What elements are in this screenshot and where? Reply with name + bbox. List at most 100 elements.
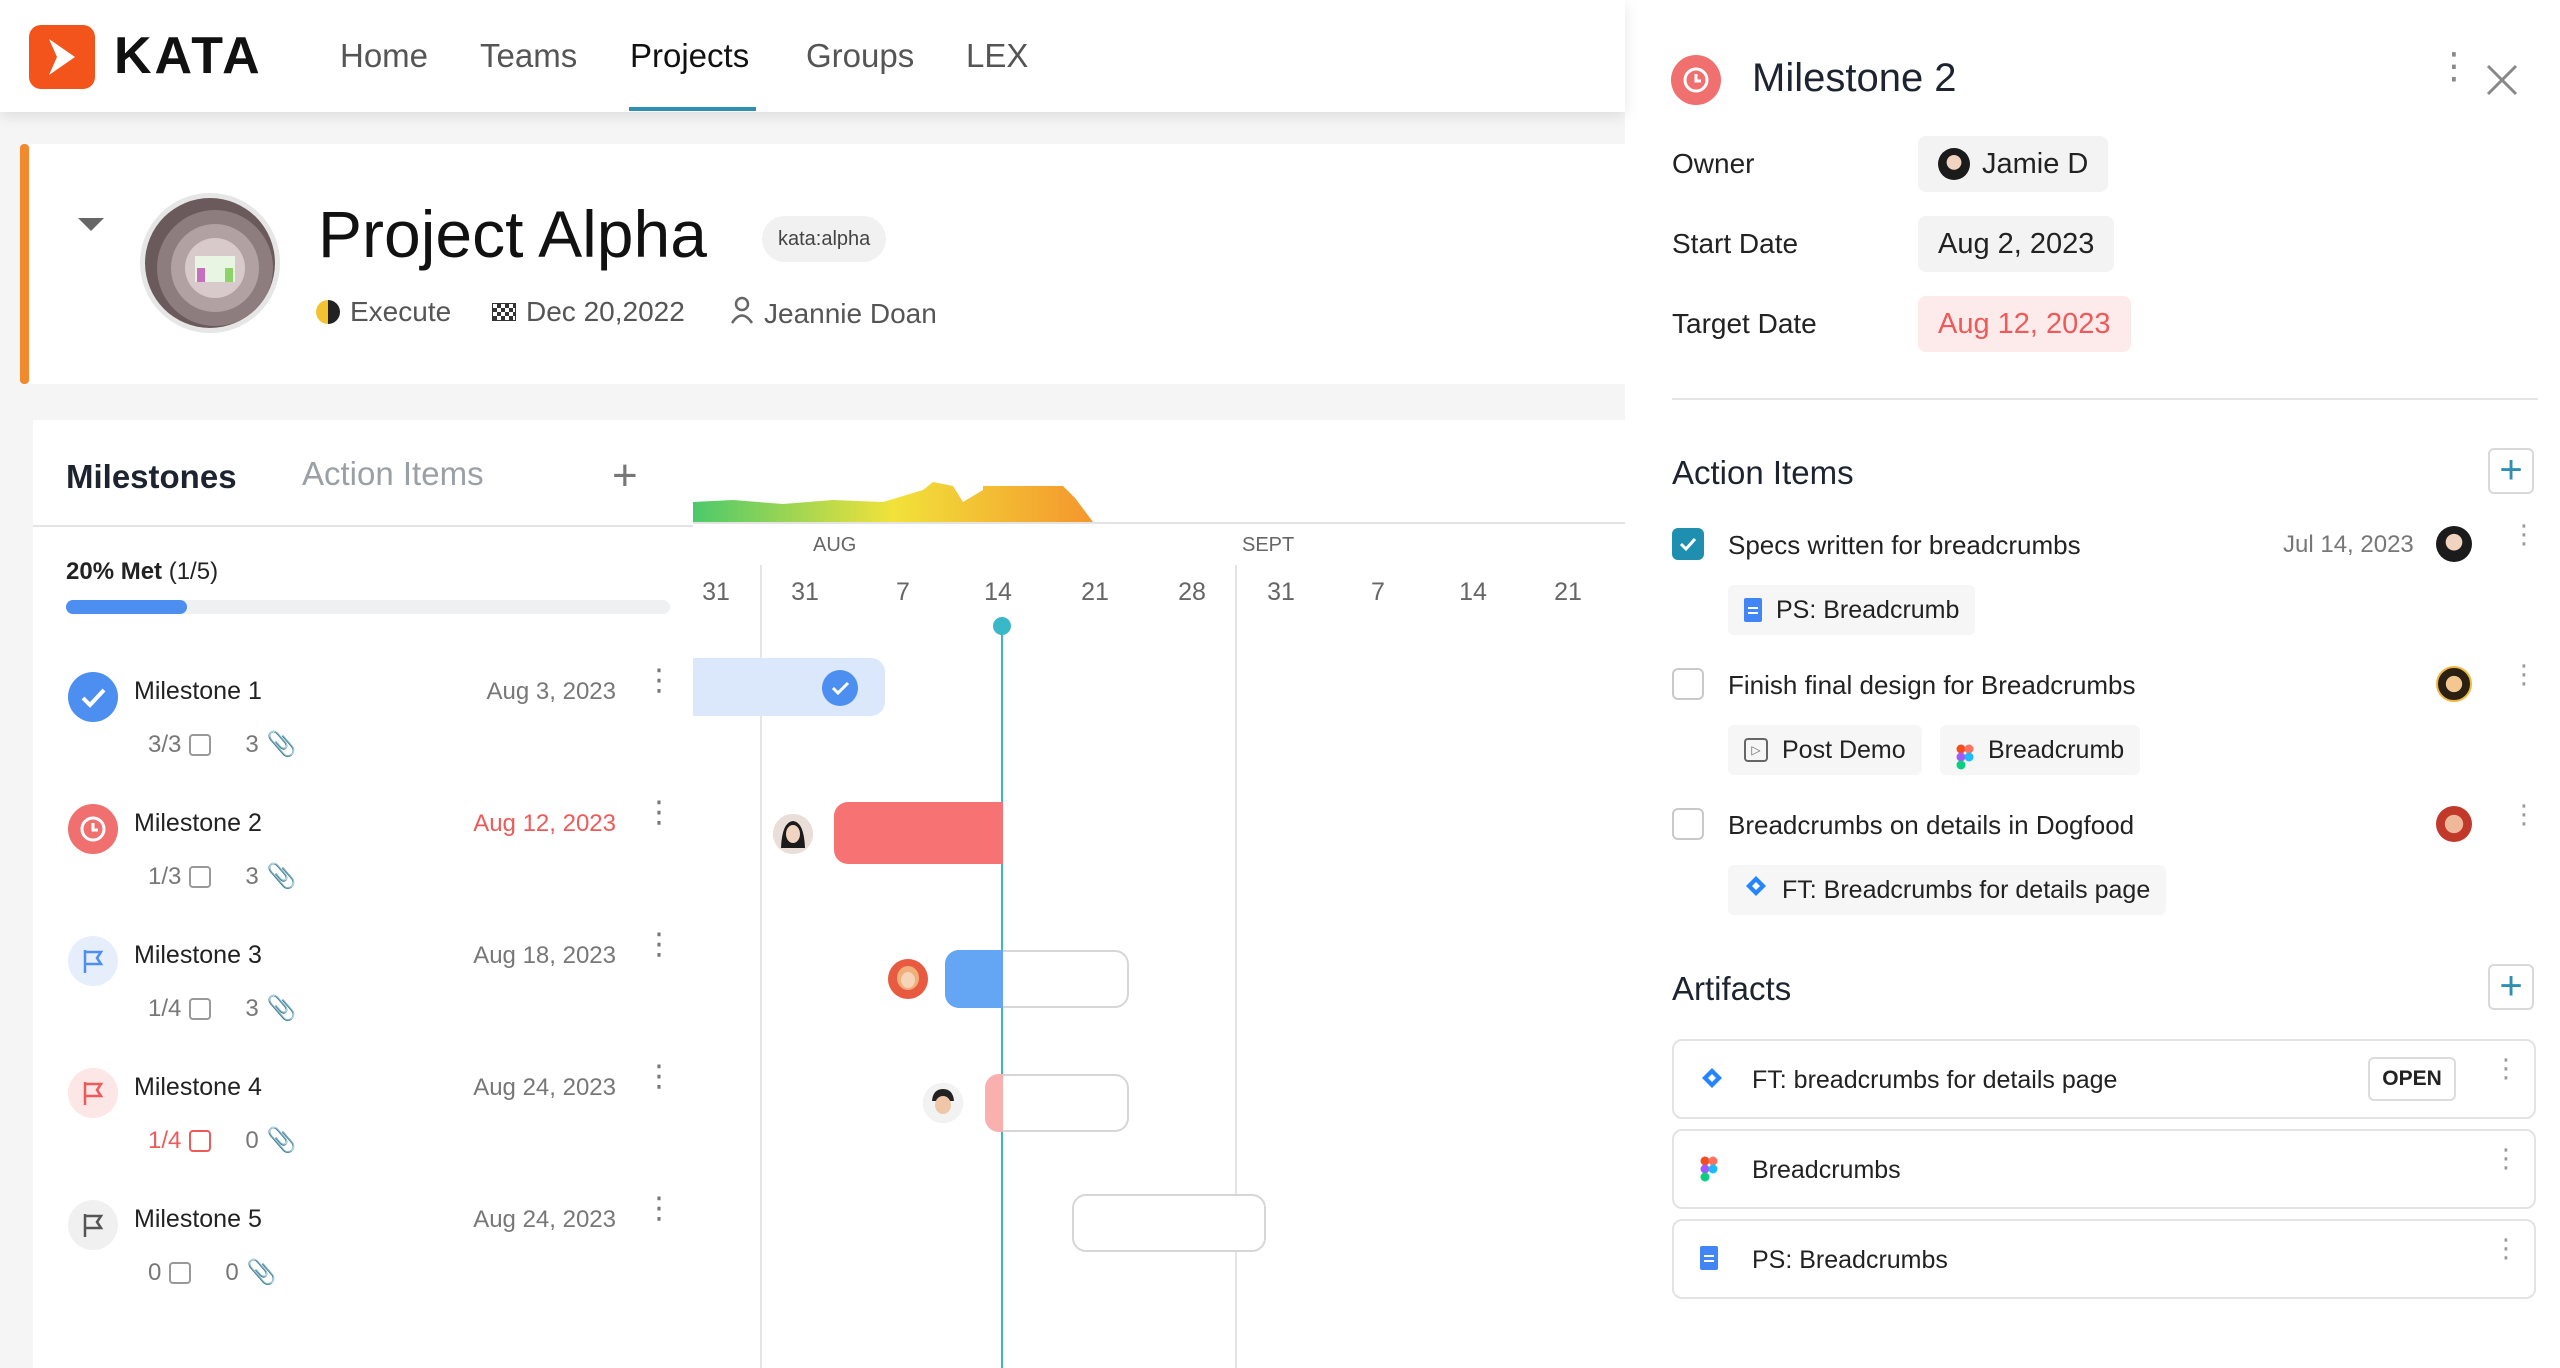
google-doc-icon [1700,1246,1722,1272]
milestone-4-bar[interactable] [985,1074,1129,1132]
milestone-1-date: Aug 3, 2023 [486,678,616,705]
milestone-1-name[interactable]: Milestone 1 [134,677,262,706]
project-phase[interactable]: Execute [316,296,451,328]
action-item-1-date: Jul 14, 2023 [2283,531,2414,558]
nav-teams[interactable]: Teams [480,0,577,112]
nav-groups[interactable]: Groups [806,0,914,112]
collapse-caret-icon[interactable] [78,218,104,231]
phase-label: Execute [350,296,452,327]
avatar [2436,526,2472,562]
divider [33,525,693,527]
action-item-2-checkbox[interactable] [1672,668,1704,700]
month-label-aug: AUG [813,534,857,556]
start-date-field[interactable]: Aug 2, 2023 [1918,216,2115,272]
artifact-1-name[interactable]: FT: breadcrumbs for details page [1752,1066,2117,1095]
brand-name[interactable]: KATA [114,26,263,86]
close-icon[interactable] [2482,60,2522,100]
day-label: 14 [984,578,1012,606]
person-icon [730,296,754,331]
milestone-2-bar[interactable] [834,802,1003,864]
add-artifact-button[interactable]: + [2488,964,2534,1010]
project-accent-bar [20,144,29,384]
milestone-1-menu-icon[interactable]: ⋮ [644,666,674,696]
paperclip-icon: 📎 [266,863,297,890]
milestone-4-menu-icon[interactable]: ⋮ [644,1062,674,1092]
action-item-1-text[interactable]: Specs written for breadcrumbs [1728,530,2081,561]
action-item-1-checkbox[interactable] [1672,528,1704,560]
nav-lex[interactable]: LEX [966,0,1028,112]
attachment-chip[interactable]: PS: Breadcrumb [1728,585,1976,635]
action-item-3-text[interactable]: Breadcrumbs on details in Dogfood [1728,810,2134,841]
avatar [1938,148,1970,180]
avatar [921,1081,965,1125]
action-item-2-text[interactable]: Finish final design for Breadcrumbs [1728,670,2136,701]
milestone-5-bar[interactable] [1072,1194,1266,1252]
workload-histogram [693,482,1093,522]
target-date-field[interactable]: Aug 12, 2023 [1918,296,2131,352]
milestone-4-name[interactable]: Milestone 4 [134,1073,262,1102]
owner-label: Owner [1672,148,1755,179]
more-options-icon[interactable]: ⋮ [2436,48,2472,84]
milestone-5-date: Aug 24, 2023 [473,1206,616,1233]
day-label: 31 [702,578,730,606]
add-milestone-icon[interactable]: + [612,454,638,498]
today-marker [993,617,1011,635]
attachment-chip[interactable]: Breadcrumb [1940,725,2141,775]
tab-action-items[interactable]: Action Items [302,455,484,493]
checkbox-icon [189,1129,212,1152]
paperclip-icon: 📎 [246,1259,277,1286]
artifact-2-name[interactable]: Breadcrumbs [1752,1156,1901,1185]
day-label: 31 [791,578,819,606]
milestone-5-name[interactable]: Milestone 5 [134,1205,262,1234]
action-items-heading: Action Items [1672,454,1854,491]
milestone-5-menu-icon[interactable]: ⋮ [644,1194,674,1224]
due-date-label: Dec 20,2022 [526,296,685,327]
action-item-2-menu-icon[interactable]: ⋮ [2511,661,2537,687]
kata-logo-icon[interactable] [29,25,95,89]
project-due-date[interactable]: Dec 20,2022 [492,296,685,328]
milestone-2-menu-icon[interactable]: ⋮ [644,798,674,828]
attachment-chip[interactable]: ▷ Post Demo [1728,725,1922,775]
figma-icon [1956,737,1974,770]
milestone-3-date: Aug 18, 2023 [473,942,616,969]
milestone-4-counts: 1/4 0 📎 [148,1126,297,1155]
avatar [771,812,815,856]
avatar [2436,666,2472,702]
action-item-3-checkbox[interactable] [1672,808,1704,840]
clock-icon [1671,55,1721,105]
nav-home[interactable]: Home [340,0,428,112]
project-tag[interactable]: kata:alpha [762,216,887,262]
paperclip-icon: 📎 [266,995,297,1022]
tab-milestones[interactable]: Milestones [66,458,237,496]
open-button[interactable]: OPEN [2368,1057,2456,1101]
milestone-4-date: Aug 24, 2023 [473,1074,616,1101]
artifact-3-name[interactable]: PS: Breadcrumbs [1752,1246,1948,1275]
milestone-2-date: Aug 12, 2023 [473,810,616,837]
flag-icon [68,1200,118,1250]
owner-name: Jeannie Doan [764,297,937,329]
jira-icon [1744,865,1768,915]
project-title: Project Alpha [318,197,707,271]
milestone-2-counts: 1/3 3 📎 [148,862,297,891]
owner-selector[interactable]: Jamie D [1918,136,2109,192]
add-action-item-button[interactable]: + [2488,448,2534,494]
artifact-2-menu-icon[interactable]: ⋮ [2493,1145,2519,1171]
paperclip-icon: 📎 [266,1127,297,1154]
day-label: 21 [1554,578,1582,606]
active-tab-indicator [629,107,756,111]
artifact-1-menu-icon[interactable]: ⋮ [2493,1055,2519,1081]
action-item-3-menu-icon[interactable]: ⋮ [2511,801,2537,827]
attachment-chip[interactable]: FT: Breadcrumbs for details page [1728,865,2167,915]
checkbox-icon [169,1261,192,1284]
nav-projects[interactable]: Projects [630,0,749,112]
google-doc-icon [1744,598,1762,622]
milestone-2-name[interactable]: Milestone 2 [134,809,262,838]
day-label: 14 [1459,578,1487,606]
artifact-3-menu-icon[interactable]: ⋮ [2493,1235,2519,1261]
milestone-3-menu-icon[interactable]: ⋮ [644,930,674,960]
action-item-1-menu-icon[interactable]: ⋮ [2511,521,2537,547]
milestone-5-counts: 0 0 📎 [148,1258,277,1287]
milestone-3-name[interactable]: Milestone 3 [134,941,262,970]
top-navbar: KATA Home Teams Projects Groups LEX [0,0,1625,112]
project-owner[interactable]: Jeannie Doan [730,296,937,331]
